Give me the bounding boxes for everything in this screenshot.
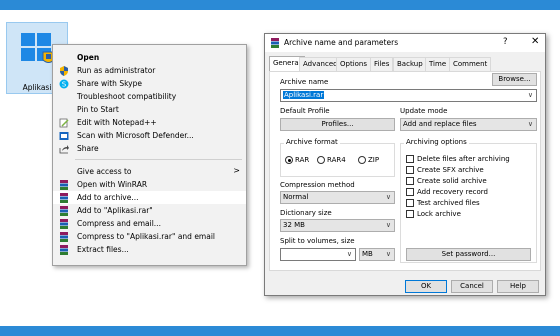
radio-rar[interactable] (285, 156, 293, 164)
menu-item-add-to-archive[interactable]: Add to archive... (53, 191, 246, 204)
checkbox-lock-archive-label: Lock archive (417, 210, 461, 218)
checkbox-create-sfx-label: Create SFX archive (417, 166, 484, 174)
checkbox-create-sfx[interactable] (406, 166, 414, 174)
checkbox-delete-files-label: Delete files after archiving (417, 155, 510, 163)
tab-files[interactable]: Files (370, 57, 394, 71)
checkbox-test-files-label: Test archived files (417, 199, 480, 207)
skype-icon: S (59, 79, 69, 89)
chevron-down-icon: ∨ (527, 120, 533, 128)
compression-method-select[interactable]: Normal ∨ (280, 191, 395, 204)
notepad-icon (59, 118, 69, 128)
radio-zip[interactable] (358, 156, 366, 164)
split-unit-value: MB (362, 250, 373, 258)
dictionary-size-label: Dictionary size (280, 209, 332, 217)
winrar-icon (60, 232, 68, 242)
tab-comment[interactable]: Comment (449, 57, 492, 71)
archive-name-label: Archive name (280, 78, 329, 86)
update-mode-select[interactable]: Add and replace files ∨ (400, 118, 537, 131)
submenu-arrow-icon: > (233, 166, 240, 175)
archive-name-field[interactable]: Aplikasi.rar ∨ (280, 89, 537, 102)
menu-item-share[interactable]: Share (53, 142, 246, 155)
defender-icon (59, 132, 69, 140)
archive-format-label: Archive format (284, 138, 340, 146)
menu-item-open-winrar[interactable]: Open with WinRAR (53, 178, 246, 191)
archiving-options-label: Archiving options (404, 138, 469, 146)
default-profile-label: Default Profile (280, 107, 330, 115)
tab-time[interactable]: Time (425, 57, 451, 71)
context-menu: Open Run as administrator S Share with S… (52, 44, 247, 266)
menu-item-defender[interactable]: Scan with Microsoft Defender... (53, 129, 246, 142)
checkbox-test-files[interactable] (406, 199, 414, 207)
general-tab-page: Archive name Browse... Aplikasi.rar ∨ De… (269, 71, 541, 271)
chevron-down-icon: ∨ (385, 250, 391, 258)
shield-icon (60, 66, 68, 76)
tab-backup[interactable]: Backup (393, 57, 427, 71)
menu-item-share-skype[interactable]: S Share with Skype (53, 77, 246, 90)
checkbox-recovery-record[interactable] (406, 188, 414, 196)
dialog-title: Archive name and parameters (284, 38, 399, 47)
dictionary-size-select[interactable]: 32 MB ∨ (280, 219, 395, 232)
chevron-down-icon: ∨ (385, 193, 391, 201)
ok-button[interactable]: OK (405, 280, 447, 293)
compression-method-value: Normal (283, 193, 309, 201)
menu-item-open[interactable]: Open (53, 51, 246, 64)
menu-item-troubleshoot[interactable]: Troubleshoot compatibility (53, 90, 246, 103)
help-button[interactable]: Help (497, 280, 539, 293)
top-accent-bar (0, 0, 560, 10)
radio-rar4-label: RAR4 (327, 156, 346, 164)
winrar-icon (271, 38, 279, 48)
chevron-down-icon[interactable]: ∨ (528, 90, 533, 101)
dictionary-size-value: 32 MB (283, 221, 305, 229)
winrar-icon (60, 219, 68, 229)
bottom-accent-bar (0, 326, 560, 336)
radio-zip-label: ZIP (368, 156, 380, 164)
menu-item-compress-rar-email[interactable]: Compress to "Aplikasi.rar" and email (53, 230, 246, 243)
checkbox-solid-archive-label: Create solid archive (417, 177, 487, 185)
checkbox-recovery-record-label: Add recovery record (417, 188, 488, 196)
dialog-titlebar[interactable]: Archive name and parameters ? ✕ (265, 34, 545, 52)
cancel-button[interactable]: Cancel (451, 280, 493, 293)
menu-item-add-to-rar[interactable]: Add to "Aplikasi.rar" (53, 204, 246, 217)
update-mode-value: Add and replace files (403, 120, 477, 128)
compression-method-label: Compression method (280, 181, 355, 189)
close-icon[interactable]: ✕ (531, 36, 539, 47)
winrar-icon (60, 245, 68, 255)
set-password-button[interactable]: Set password... (406, 248, 531, 261)
tab-options[interactable]: Options (336, 57, 372, 71)
winrar-icon (60, 193, 68, 203)
checkbox-delete-files[interactable] (406, 155, 414, 163)
update-mode-label: Update mode (400, 107, 448, 115)
archive-dialog: Archive name and parameters ? ✕ General … (264, 33, 546, 296)
split-volumes-input[interactable]: ∨ (280, 248, 356, 261)
checkbox-solid-archive[interactable] (406, 177, 414, 185)
menu-item-notepad[interactable]: Edit with Notepad++ (53, 116, 246, 129)
chevron-down-icon: ∨ (385, 221, 391, 229)
menu-item-compress-email[interactable]: Compress and email... (53, 217, 246, 230)
menu-item-give-access[interactable]: Give access to > (53, 165, 246, 178)
radio-rar4[interactable] (317, 156, 325, 164)
winrar-icon (60, 206, 68, 216)
chevron-down-icon[interactable]: ∨ (347, 249, 352, 260)
menu-item-extract[interactable]: Extract files... (53, 243, 246, 256)
menu-item-run-as-admin[interactable]: Run as administrator (53, 64, 246, 77)
help-icon[interactable]: ? (503, 37, 508, 47)
winrar-icon (60, 180, 68, 190)
profiles-button[interactable]: Profiles... (280, 118, 395, 131)
app-window-icon (21, 33, 55, 63)
split-unit-select[interactable]: MB ∨ (359, 248, 395, 261)
archive-name-value: Aplikasi.rar (283, 91, 325, 99)
radio-rar-label: RAR (295, 156, 310, 164)
split-volumes-label: Split to volumes, size (280, 237, 355, 245)
svg-text:S: S (62, 81, 67, 89)
share-icon (59, 145, 69, 154)
browse-button[interactable]: Browse... (492, 73, 537, 86)
menu-separator (75, 159, 242, 160)
menu-item-pin-start[interactable]: Pin to Start (53, 103, 246, 116)
checkbox-lock-archive[interactable] (406, 210, 414, 218)
